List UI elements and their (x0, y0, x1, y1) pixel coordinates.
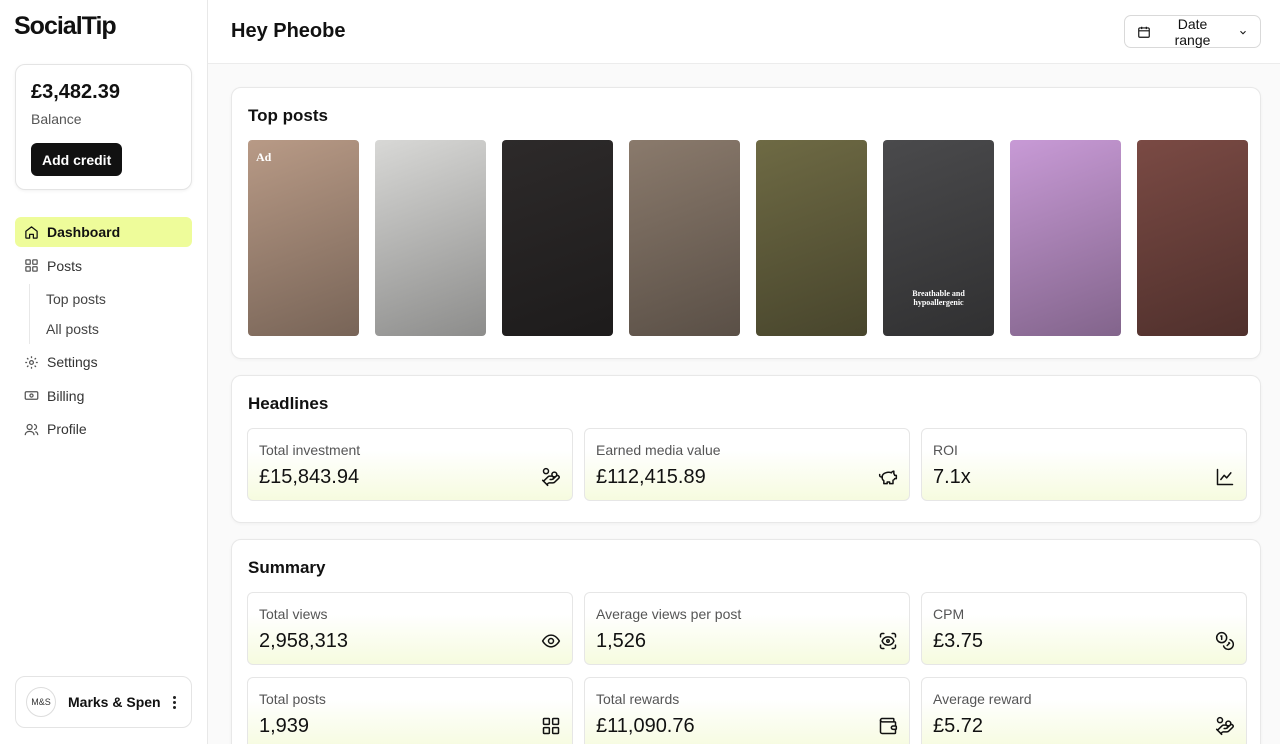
sidebar-item-label: Billing (47, 387, 85, 404)
date-range-label: Date range (1174, 15, 1211, 48)
metric-label: Earned media value (596, 442, 721, 458)
balance-label: Balance (31, 111, 82, 127)
headlines-panel: Headlines Total investment £15,843.94 Earn… (231, 375, 1261, 523)
metric-value: £112,415.89 (596, 466, 706, 488)
top-post-thumbnail[interactable] (1010, 140, 1121, 336)
grid-icon (541, 716, 561, 736)
piggy-bank-icon (878, 467, 898, 487)
metric-value: £11,090.76 (596, 715, 695, 737)
metric-card: Total posts 1,939 (247, 677, 573, 744)
summary-panel: Summary Total views 2,958,313 Average view… (231, 539, 1261, 744)
top-posts-panel: Top posts Ad Breathable and hypoallergeni… (231, 87, 1261, 359)
balance-card: £3,482.39 Balance Add credit (15, 64, 192, 190)
banknote-icon (23, 388, 39, 404)
home-icon (23, 224, 39, 240)
sidebar-item-dashboard[interactable]: Dashboard (15, 217, 192, 247)
posts-subnav: Top posts All posts (29, 284, 192, 344)
top-post-thumbnail[interactable] (629, 140, 740, 336)
page-title: Hey Pheobe (231, 20, 346, 42)
users-icon (23, 421, 39, 437)
line-chart-icon (1215, 467, 1235, 487)
gear-icon (23, 354, 39, 370)
metric-label: Average views per post (596, 606, 742, 622)
top-post-thumbnail[interactable] (756, 140, 867, 336)
metric-label: Total posts (259, 691, 326, 707)
headlines-grid: Total investment £15,843.94 Earned media v… (247, 428, 1247, 501)
metric-value: 1,526 (596, 630, 647, 652)
top-post-thumbnail[interactable]: Ad (248, 140, 359, 336)
coins-icon (1215, 631, 1235, 651)
eye-icon (541, 631, 561, 651)
metric-label: Total investment (259, 442, 361, 458)
metric-card: ROI 7.1x (921, 428, 1247, 501)
ad-tag: Ad (256, 150, 272, 164)
sidebar-item-label: Dashboard (47, 224, 121, 240)
metric-card: Total views 2,958,313 (247, 592, 573, 665)
avatar: M&S (26, 687, 56, 717)
top-post-thumbnail[interactable] (502, 140, 613, 336)
balance-amount: £3,482.39 (31, 81, 120, 103)
sidebar-item-label: Profile (47, 421, 87, 437)
sidebar-item-profile[interactable]: Profile (15, 414, 192, 444)
metric-value: £3.75 (933, 630, 984, 652)
metric-label: ROI (933, 442, 958, 458)
metric-value: £5.72 (933, 715, 984, 737)
top-posts-row: Ad Breathable and hypoallergenic (248, 140, 1248, 336)
app-logo[interactable]: SocialTip (14, 12, 117, 41)
metric-card: Average reward £5.72 (921, 677, 1247, 744)
hand-coins-icon (1215, 716, 1235, 736)
scan-eye-icon (878, 631, 898, 651)
account-name: Marks & Spencer (68, 694, 160, 710)
headlines-title: Headlines (248, 394, 329, 413)
wallet-icon (878, 716, 898, 736)
sidebar-item-posts[interactable]: Posts (15, 251, 192, 281)
top-post-thumbnail[interactable] (375, 140, 486, 336)
top-post-thumbnail[interactable]: Breathable and hypoallergenic (883, 140, 994, 336)
top-post-thumbnail[interactable] (1137, 140, 1248, 336)
sidebar-item-top-posts[interactable]: Top posts (30, 284, 192, 314)
sidebar-item-settings[interactable]: Settings (15, 347, 192, 377)
metric-card: Average views per post 1,526 (584, 592, 910, 665)
sidebar-nav: Dashboard Posts Top posts All posts Sett… (15, 217, 192, 448)
hand-coins-icon (541, 467, 561, 487)
grid-icon (23, 258, 39, 274)
metric-card: Total rewards £11,090.76 (584, 677, 910, 744)
top-posts-title: Top posts (248, 106, 328, 125)
chevron-down-icon (1238, 27, 1248, 37)
add-credit-button[interactable]: Add credit (31, 143, 123, 176)
calendar-icon (1137, 25, 1151, 39)
metric-value: 1,939 (259, 715, 310, 737)
page-header: Hey Pheobe Date range (208, 0, 1280, 64)
metric-card: CPM £3.75 (921, 592, 1247, 665)
account-switcher[interactable]: M&S Marks & Spencer (15, 676, 192, 728)
metric-label: Total rewards (596, 691, 680, 707)
sidebar-item-label: Posts (47, 257, 83, 274)
metric-card: Total investment £15,843.94 (247, 428, 573, 501)
sidebar-item-all-posts[interactable]: All posts (30, 314, 192, 344)
more-vertical-icon[interactable] (168, 692, 180, 712)
metric-value: 2,958,313 (259, 630, 348, 652)
metric-value: £15,843.94 (259, 466, 360, 488)
sidebar: SocialTip £3,482.39 Balance Add credit D… (0, 0, 208, 744)
summary-grid: Total views 2,958,313 Average views per po… (247, 592, 1247, 744)
summary-title: Summary (248, 558, 326, 577)
sidebar-item-label: Settings (47, 354, 98, 370)
metric-label: CPM (933, 606, 965, 622)
post-caption: Breathable and hypoallergenic (912, 289, 965, 308)
metric-label: Total views (259, 606, 328, 622)
metric-card: Earned media value £112,415.89 (584, 428, 910, 501)
metric-label: Average reward (933, 691, 1032, 707)
sidebar-item-billing[interactable]: Billing (15, 381, 192, 411)
metric-value: 7.1x (933, 466, 971, 488)
date-range-button[interactable]: Date range (1124, 15, 1261, 48)
